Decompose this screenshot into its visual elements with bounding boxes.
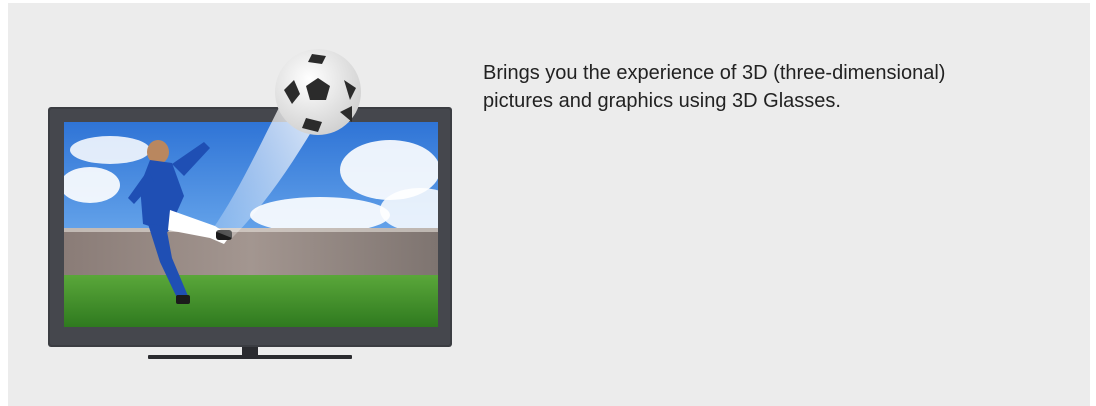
soccer-ball xyxy=(275,49,361,135)
feature-description: Brings you the experience of 3D (three-d… xyxy=(483,62,946,112)
tv-stand xyxy=(148,347,352,359)
3d-tv-illustration xyxy=(48,49,452,359)
